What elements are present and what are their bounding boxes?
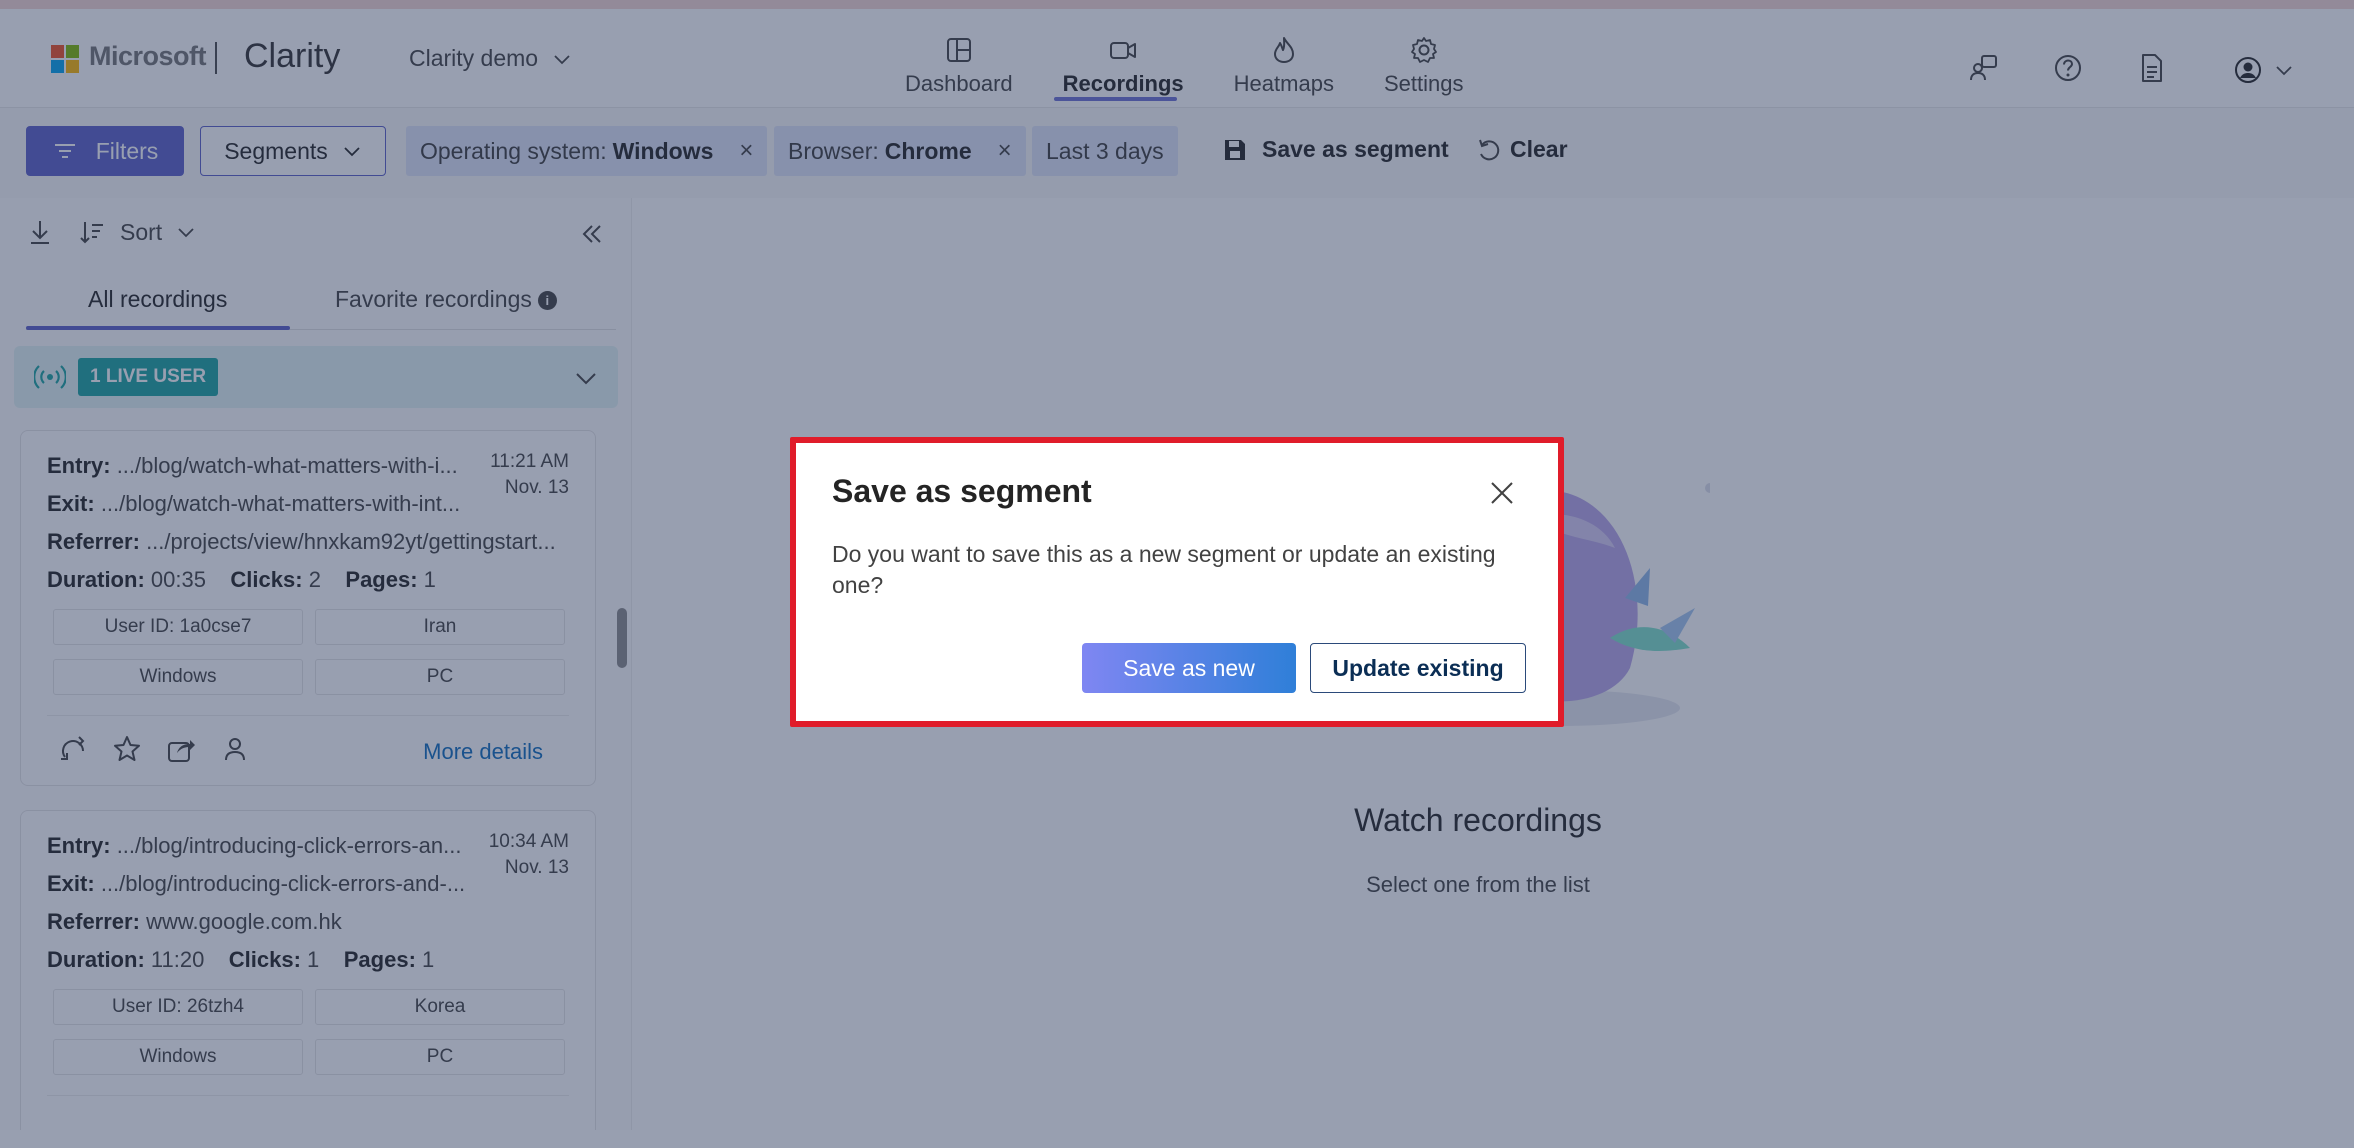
save-as-new-button[interactable]: Save as new [1082,643,1296,693]
dialog-title: Save as segment [832,473,1092,509]
save-segment-dialog: Save as segment Do you want to save this… [790,437,1564,727]
dialog-message: Do you want to save this as a new segmen… [832,541,1496,598]
close-icon[interactable] [1488,479,1516,507]
update-existing-button[interactable]: Update existing [1310,643,1526,693]
